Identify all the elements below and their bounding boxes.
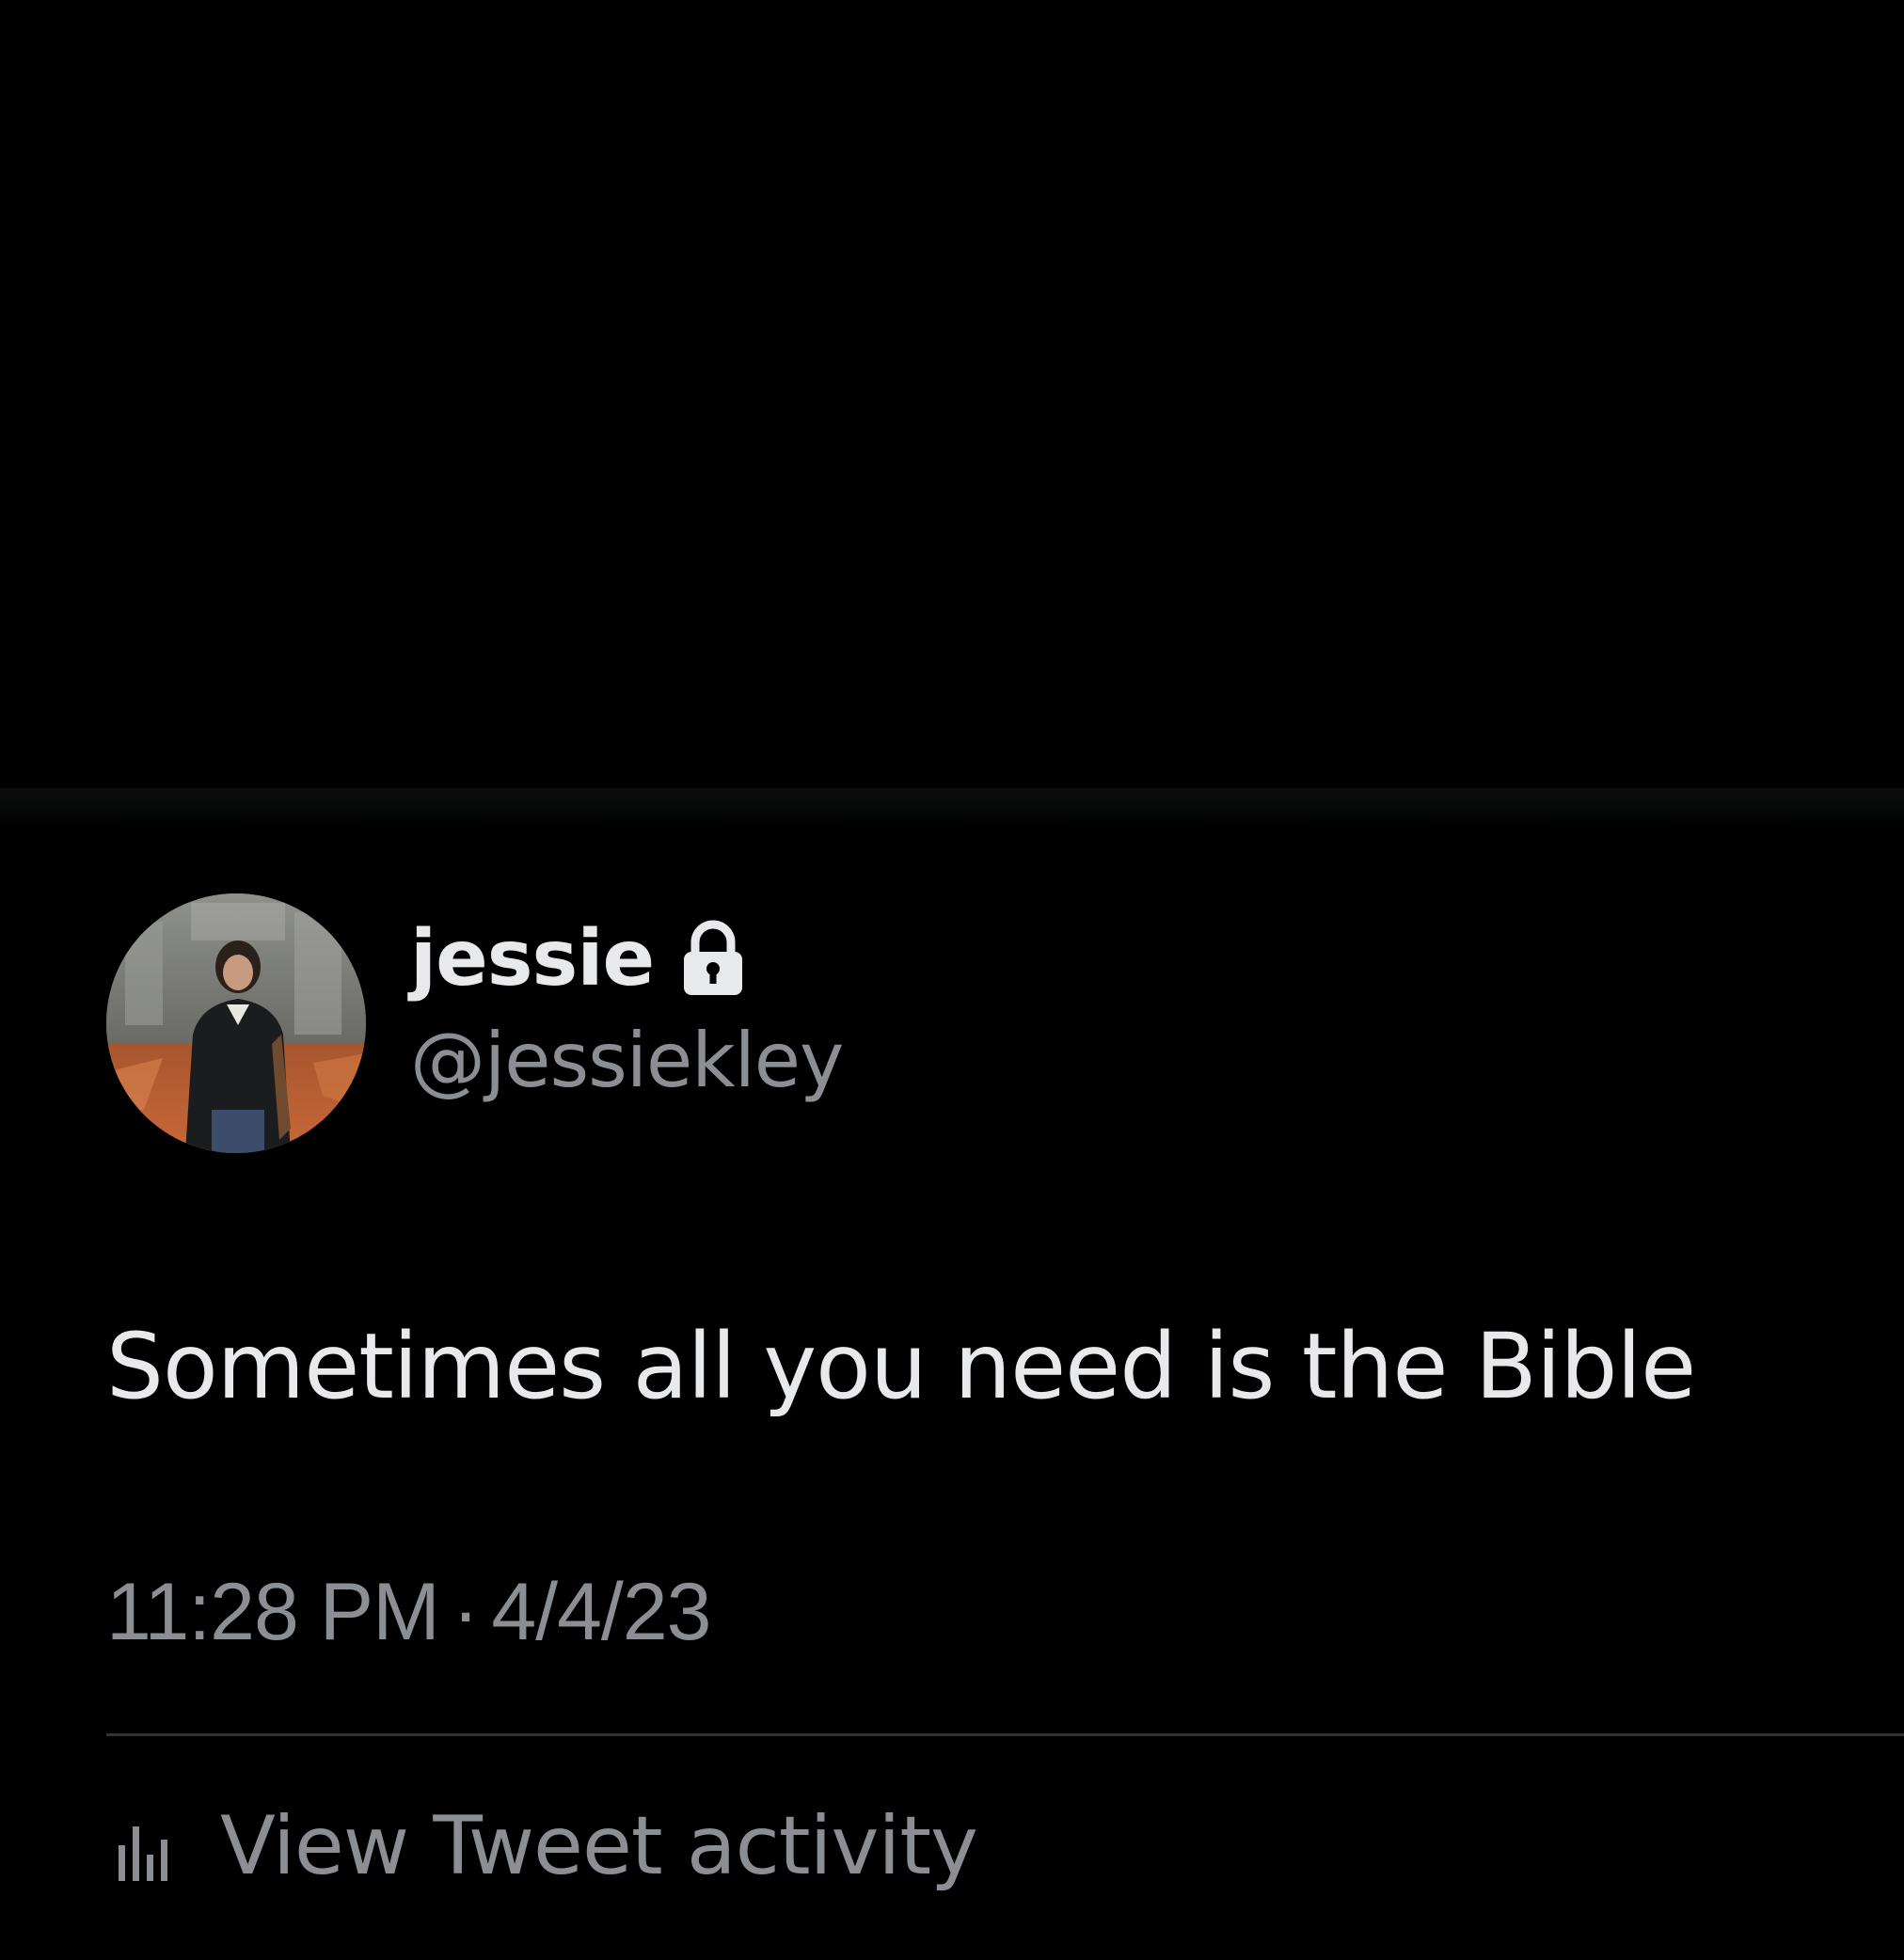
activity-label: View Tweet activity xyxy=(220,1799,978,1893)
tweet-timestamp[interactable]: 11:28 PM · 4/4/23 xyxy=(106,1572,711,1652)
author-info: jessie @jessiekley xyxy=(410,920,844,1099)
tweet-card: jessie @jessiekley Sometimes all you nee… xyxy=(0,826,1904,1960)
display-name[interactable]: jessie xyxy=(410,921,655,998)
avatar-photo xyxy=(106,893,366,1153)
avatar[interactable] xyxy=(106,893,366,1153)
tweet-date: 4/4/23 xyxy=(491,1567,711,1657)
header-divider xyxy=(0,788,1904,826)
name-row: jessie xyxy=(410,920,843,999)
tweet-detail-screen: jessie @jessiekley Sometimes all you nee… xyxy=(0,0,1904,1960)
bar-chart-icon xyxy=(117,1821,182,1881)
meta-separator: · xyxy=(452,1567,480,1657)
divider xyxy=(106,1733,1904,1736)
username-handle[interactable]: @jessiekley xyxy=(410,1023,844,1099)
tweet-time: 11:28 PM xyxy=(106,1567,440,1657)
tweet-text: Sometimes all you need is the Bible xyxy=(106,1314,1696,1419)
lock-icon xyxy=(682,920,744,999)
empty-top-area xyxy=(0,0,1904,788)
view-tweet-activity-button[interactable]: View Tweet activity xyxy=(117,1799,978,1893)
